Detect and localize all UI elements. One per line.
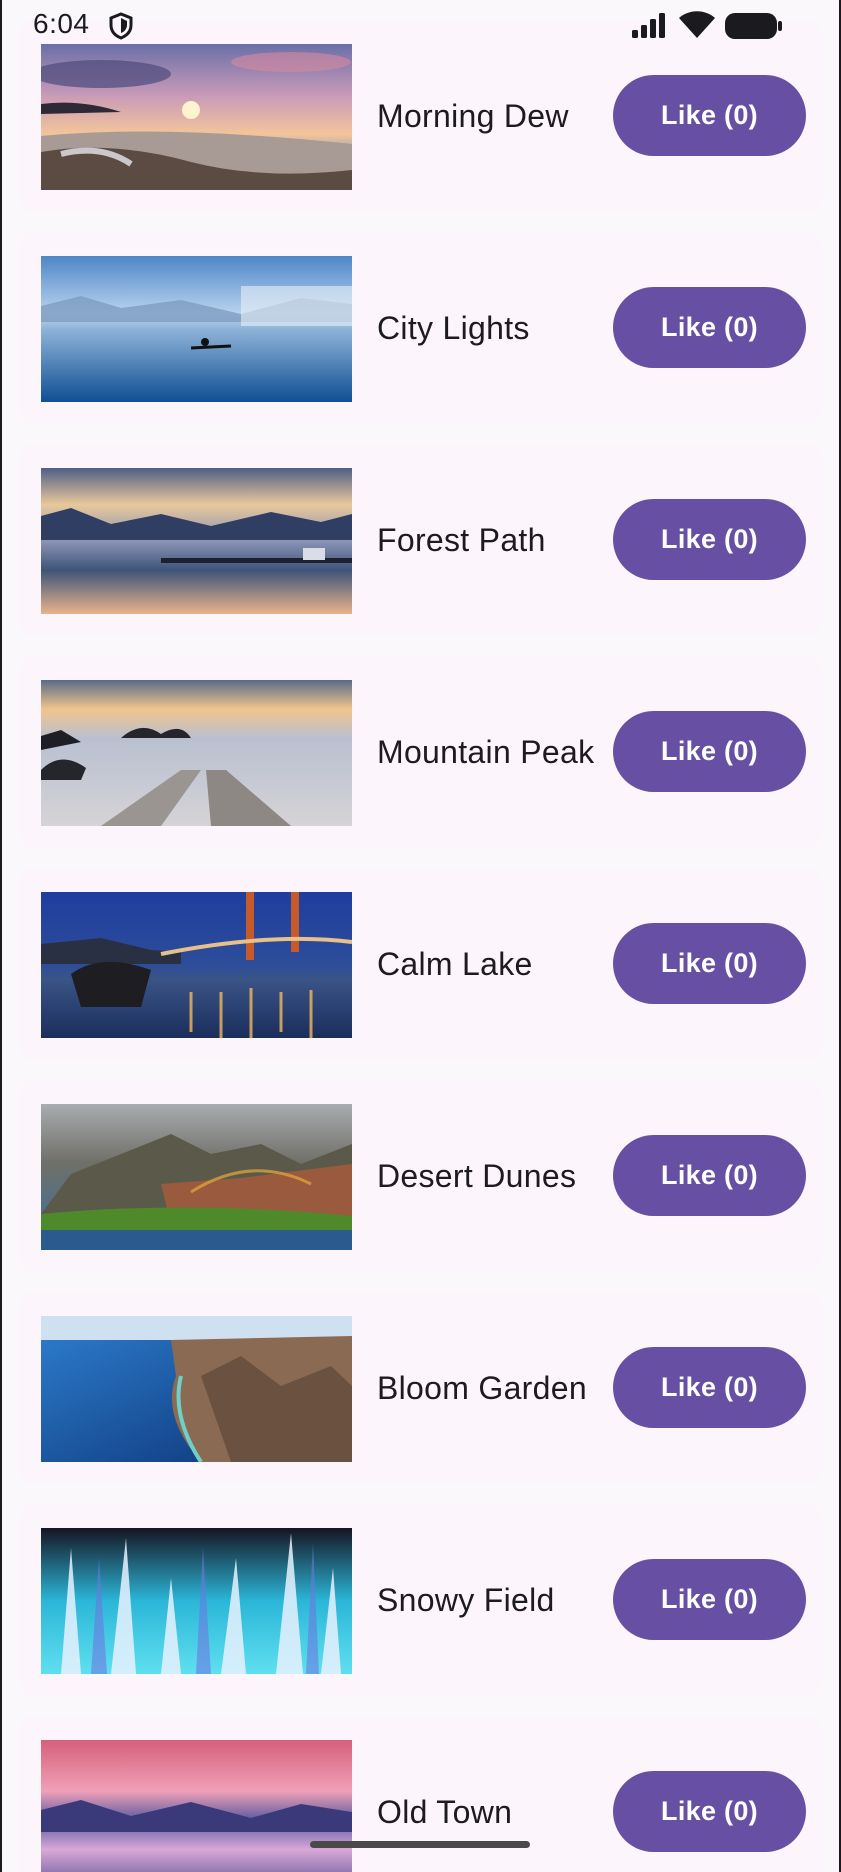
- item-title: Calm Lake: [377, 945, 533, 982]
- cell-signal-icon: [630, 12, 668, 40]
- photo-thumbnail: [41, 892, 352, 1038]
- item-title: Mountain Peak: [377, 733, 595, 770]
- wifi-icon: [678, 10, 716, 40]
- like-button[interactable]: Like (0): [613, 1135, 806, 1216]
- like-button[interactable]: Like (0): [613, 1771, 806, 1852]
- list-item[interactable]: City Lights Like (0): [18, 232, 823, 424]
- item-title: Forest Path: [377, 521, 546, 558]
- list-item[interactable]: Bloom Garden Like (0): [18, 1292, 823, 1484]
- list-item[interactable]: Old Town Like (0): [18, 1716, 823, 1872]
- like-button[interactable]: Like (0): [613, 499, 806, 580]
- item-title: Bloom Garden: [377, 1369, 587, 1406]
- photo-thumbnail: [41, 44, 352, 190]
- photo-thumbnail: [41, 1316, 352, 1462]
- home-indicator[interactable]: [310, 1841, 530, 1848]
- item-title: City Lights: [377, 309, 530, 346]
- like-button[interactable]: Like (0): [613, 923, 806, 1004]
- list-item[interactable]: Calm Lake Like (0): [18, 868, 823, 1060]
- shield-icon: [108, 12, 134, 40]
- photo-thumbnail: [41, 1528, 352, 1674]
- list-item[interactable]: Mountain Peak Like (0): [18, 656, 823, 848]
- like-button[interactable]: Like (0): [613, 75, 806, 156]
- like-button[interactable]: Like (0): [613, 1347, 806, 1428]
- item-title: Desert Dunes: [377, 1157, 577, 1194]
- like-button[interactable]: Like (0): [613, 287, 806, 368]
- list-item[interactable]: Snowy Field Like (0): [18, 1504, 823, 1696]
- status-bar: 6:04: [0, 0, 841, 50]
- like-button[interactable]: Like (0): [613, 711, 806, 792]
- photo-thumbnail: [41, 256, 352, 402]
- status-time: 6:04: [33, 8, 90, 39]
- battery-icon: [724, 12, 784, 40]
- item-title: Old Town: [377, 1793, 513, 1830]
- list-item[interactable]: Desert Dunes Like (0): [18, 1080, 823, 1272]
- list-item[interactable]: Forest Path Like (0): [18, 444, 823, 636]
- photo-thumbnail: [41, 1104, 352, 1250]
- like-button[interactable]: Like (0): [613, 1559, 806, 1640]
- app-screen: 6:04 Morning Dew Like (0) City Lights Li…: [0, 0, 841, 1872]
- photo-thumbnail: [41, 1740, 352, 1872]
- photo-thumbnail: [41, 680, 352, 826]
- photo-thumbnail: [41, 468, 352, 614]
- screen-edge-left: [0, 0, 2, 1872]
- item-title: Snowy Field: [377, 1581, 555, 1618]
